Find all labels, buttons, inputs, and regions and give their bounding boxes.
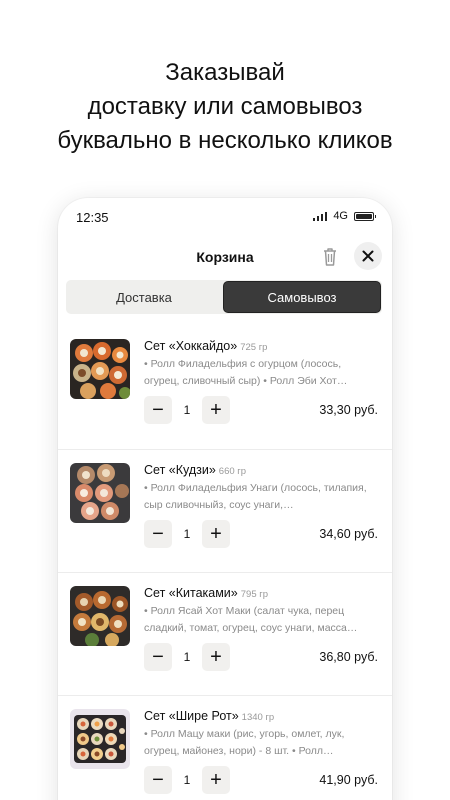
product-description: • Ролл Филадельфия с огурцом (лосось, ог… bbox=[144, 358, 348, 387]
cart-header: Корзина bbox=[58, 242, 392, 272]
product-price: 33,30 руб. bbox=[319, 403, 378, 417]
product-name: Сет «Шире Рот» 1340 гр bbox=[144, 709, 274, 723]
product-title: Сет «Шире Рот» bbox=[144, 709, 239, 723]
cart-item: Сет «Китаками» 795 гр • Ролл Ясай Хот Мак… bbox=[58, 572, 392, 695]
cart-item: Сет «Хоккайдо» 725 гр • Ролл Филадельфия … bbox=[58, 326, 392, 449]
product-image[interactable] bbox=[70, 339, 130, 399]
tab-pickup[interactable]: Самовывоз bbox=[223, 281, 381, 313]
close-button[interactable] bbox=[354, 242, 382, 270]
product-description: • Ролл Мацу маки (рис, угорь, омлет, лук… bbox=[144, 728, 345, 757]
product-title: Сет «Кудзи» bbox=[144, 463, 216, 477]
promo-line-3: буквально в несколько кликов bbox=[57, 127, 393, 154]
product-weight: 795 гр bbox=[240, 589, 268, 600]
product-weight: 660 гр bbox=[218, 466, 247, 477]
promo-headline: Заказывай доставку или самовывоз букваль… bbox=[0, 56, 450, 158]
decrease-button[interactable]: − bbox=[144, 766, 172, 794]
increase-button[interactable]: + bbox=[202, 396, 230, 424]
cart-item: Сет «Шире Рот» 1340 гр • Ролл Мацу маки (… bbox=[58, 695, 392, 800]
signal-icon bbox=[312, 211, 328, 221]
product-image[interactable] bbox=[70, 463, 130, 523]
trash-icon[interactable] bbox=[320, 246, 340, 268]
product-weight: 1340 гр bbox=[241, 712, 275, 723]
product-price: 41,90 руб. bbox=[319, 773, 378, 787]
decrease-button[interactable]: − bbox=[144, 520, 172, 548]
quantity-stepper: − 1 + bbox=[144, 396, 230, 424]
promo-line-1: Заказывай bbox=[165, 59, 285, 86]
quantity-value: 1 bbox=[183, 527, 191, 541]
close-icon bbox=[362, 250, 374, 262]
product-name: Сет «Кудзи» 660 гр bbox=[144, 463, 246, 477]
quantity-value: 1 bbox=[183, 403, 191, 417]
decrease-button[interactable]: − bbox=[144, 396, 172, 424]
cart-list: Сет «Хоккайдо» 725 гр • Ролл Филадельфия … bbox=[58, 326, 392, 800]
page-title: Корзина bbox=[196, 249, 254, 265]
product-description: • Ролл Филадельфия Унаги (лосось, тилапи… bbox=[144, 482, 367, 511]
status-time: 12:35 bbox=[76, 210, 109, 225]
product-weight: 725 гр bbox=[240, 342, 268, 353]
tab-delivery[interactable]: Доставка bbox=[66, 280, 222, 314]
product-title: Сет «Хоккайдо» bbox=[144, 339, 238, 353]
increase-button[interactable]: + bbox=[202, 520, 230, 548]
network-type: 4G bbox=[333, 210, 348, 222]
delivery-tabs: Доставка Самовывоз bbox=[66, 280, 382, 314]
increase-button[interactable]: + bbox=[202, 766, 230, 794]
product-title: Сет «Китаками» bbox=[144, 586, 238, 600]
cart-item: Сет «Кудзи» 660 гр • Ролл Филадельфия Уна… bbox=[58, 449, 392, 572]
product-image[interactable] bbox=[70, 709, 130, 769]
decrease-button[interactable]: − bbox=[144, 643, 172, 671]
battery-icon bbox=[354, 211, 376, 221]
product-price: 34,60 руб. bbox=[319, 527, 378, 541]
product-name: Сет «Хоккайдо» 725 гр bbox=[144, 339, 267, 353]
quantity-stepper: − 1 + bbox=[144, 766, 230, 794]
promo-line-2: доставку или самовывоз bbox=[87, 93, 363, 120]
product-name: Сет «Китаками» 795 гр bbox=[144, 586, 268, 600]
status-bar: 12:35 4G bbox=[76, 210, 376, 226]
increase-button[interactable]: + bbox=[202, 643, 230, 671]
product-description: • Ролл Ясай Хот Маки (салат чука, перец … bbox=[144, 605, 358, 634]
quantity-value: 1 bbox=[183, 650, 191, 664]
quantity-stepper: − 1 + bbox=[144, 520, 230, 548]
product-price: 36,80 руб. bbox=[319, 650, 378, 664]
product-image[interactable] bbox=[70, 586, 130, 646]
quantity-value: 1 bbox=[183, 773, 191, 787]
quantity-stepper: − 1 + bbox=[144, 643, 230, 671]
phone-frame: 12:35 4G Корзина Доставка Самовывоз Сет … bbox=[58, 198, 392, 800]
